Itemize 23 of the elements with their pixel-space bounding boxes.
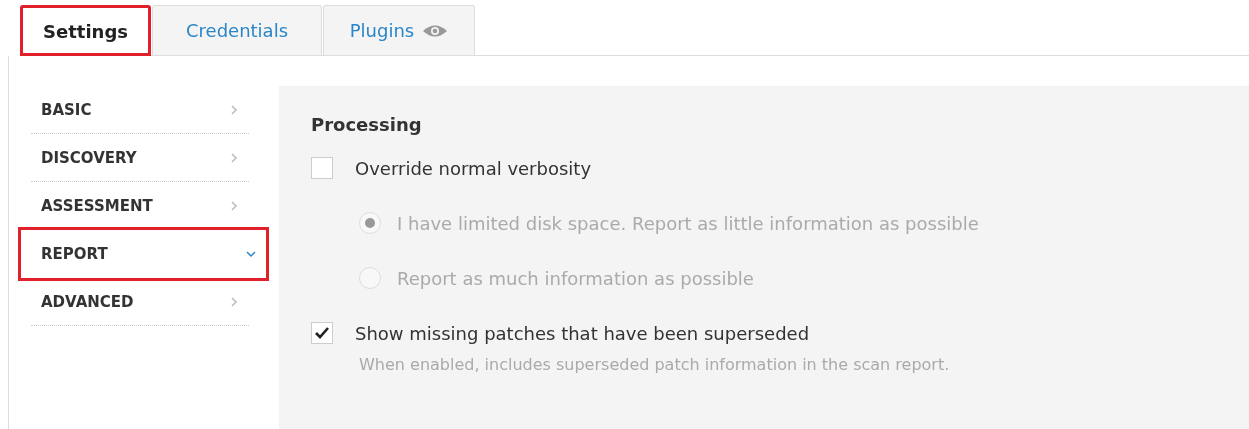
chevron-right-icon [229,104,239,115]
tab[interactable]: Credentials [152,5,322,55]
chevron-right-icon [229,200,239,211]
option-label: I have limited disk space. Report as little information as possible [397,212,979,234]
tab[interactable]: Settings [20,5,151,56]
eye-icon [422,23,449,38]
sidebar-item[interactable]: REPORT [21,230,266,278]
chevron-right-icon [229,296,239,307]
checkmark-icon [315,327,329,339]
option-label: Report as much information as possible [397,267,754,289]
option-label: Override normal verbosity [355,157,592,179]
hint-text: When enabled, includes superseded patch information in the scan report. [359,355,951,374]
sidebar-item[interactable]: BASIC [31,86,249,134]
option-label: Show missing patches that have been superseded [355,322,810,344]
section-title: Processing [311,114,423,135]
tab[interactable]: Plugins [323,5,475,55]
chevron-down-icon [246,248,256,259]
sidebar-item[interactable]: DISCOVERY [31,134,249,182]
checkbox[interactable] [311,157,333,179]
sidebar-item[interactable]: ASSESSMENT [31,182,249,230]
chevron-right-icon [229,152,239,163]
checkbox[interactable] [311,322,333,344]
sidebar-item[interactable]: ADVANCED [31,278,249,326]
